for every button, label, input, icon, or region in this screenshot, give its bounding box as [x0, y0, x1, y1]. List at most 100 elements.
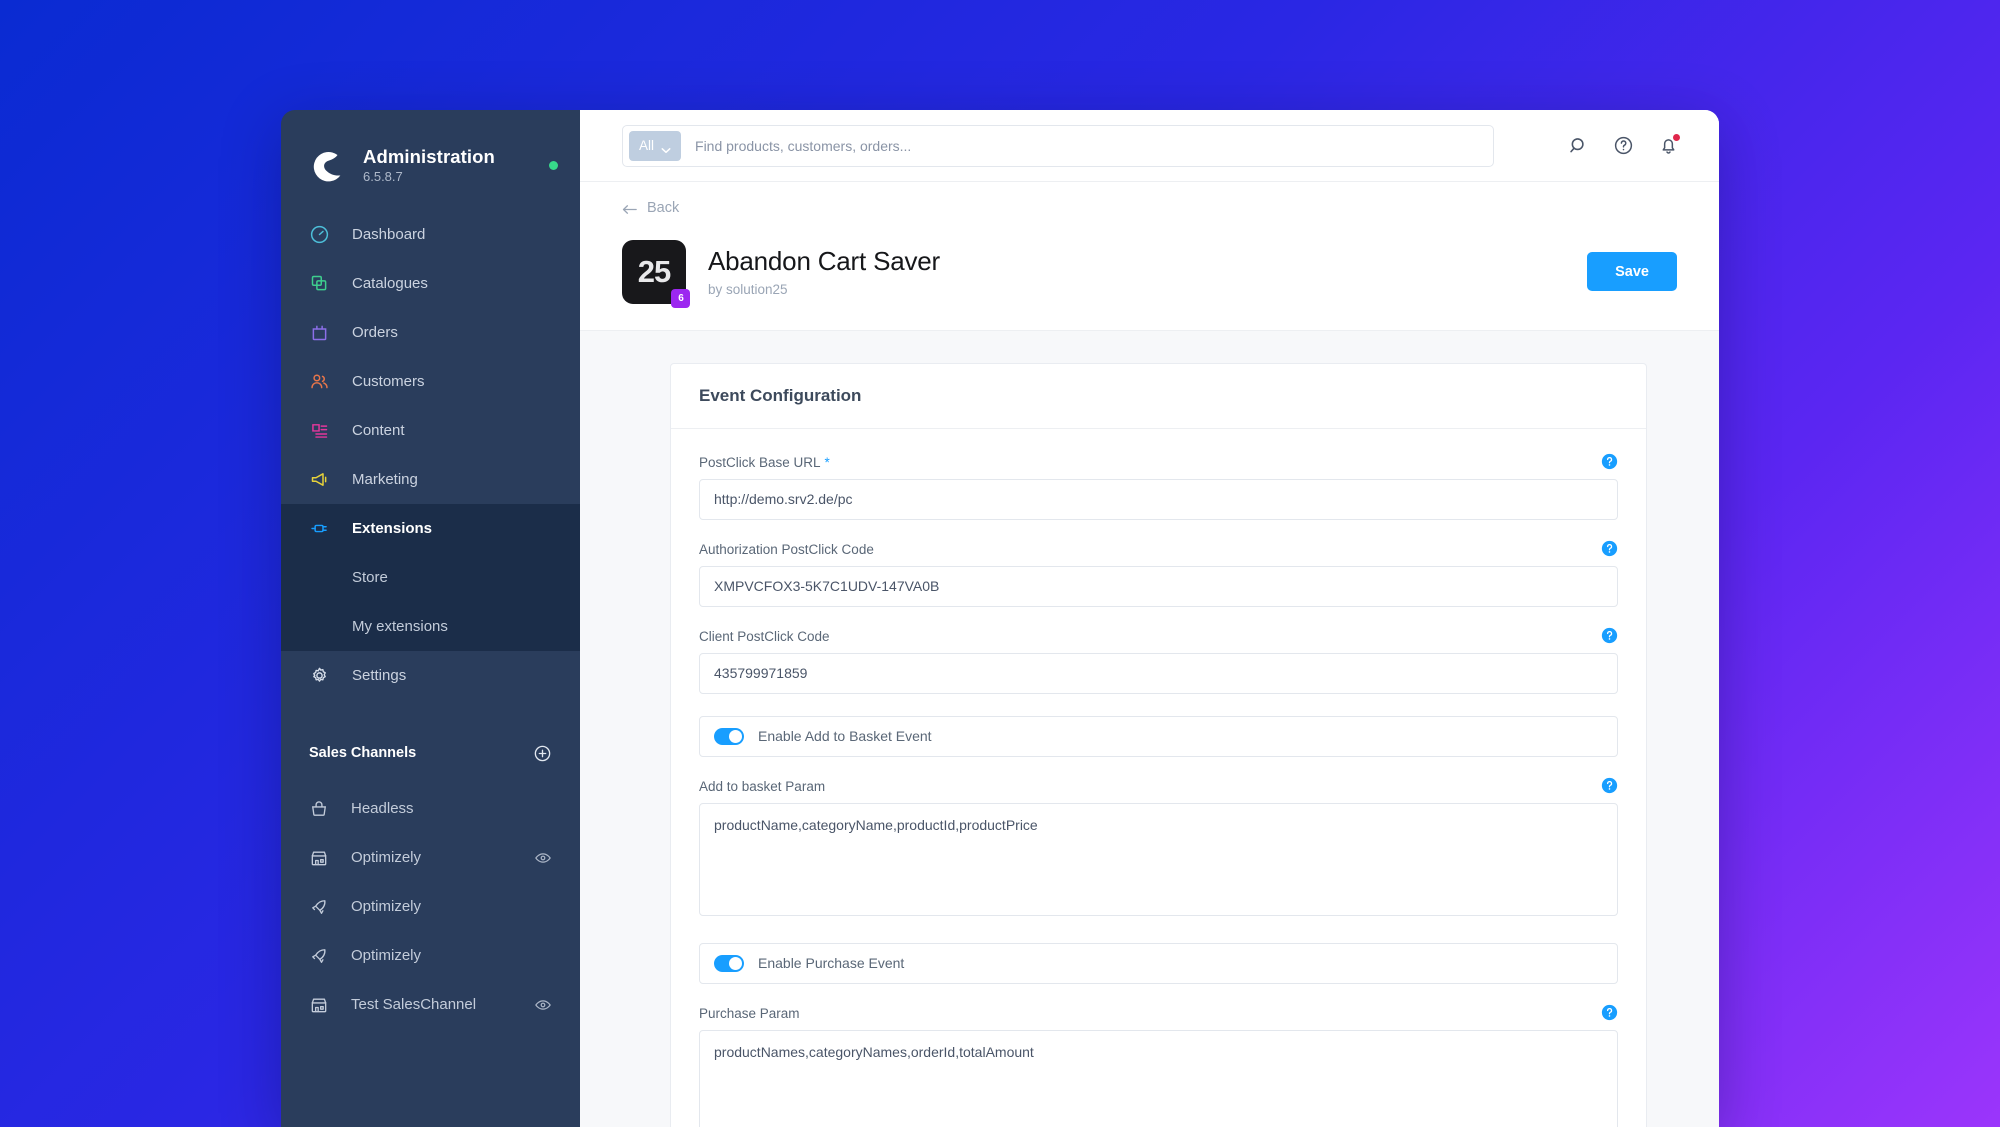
brand-title: Administration: [363, 145, 495, 167]
sales-channel-label: Optimizely: [351, 898, 422, 915]
field-label-text: Purchase Param: [699, 1005, 800, 1021]
sidebar-item-label: Marketing: [352, 471, 418, 488]
sidebar-item-marketing[interactable]: Marketing: [281, 455, 580, 504]
eye-icon[interactable]: [534, 849, 552, 867]
toggle-enable-add-to-basket-event[interactable]: Enable Add to Basket Event: [699, 715, 1618, 757]
field-label-text: Add to basket Param: [699, 778, 826, 794]
sales-channel-item[interactable]: Optimizely: [281, 931, 580, 980]
sales-channel-label: Optimizely: [351, 849, 422, 866]
field-label-text: Client PostClick Code: [699, 628, 830, 644]
bell-icon[interactable]: [1658, 133, 1681, 156]
catalogues-layers-icon: [309, 273, 330, 294]
back-button[interactable]: Back: [622, 200, 679, 216]
add-to-basket-param-textarea[interactable]: productName,categoryName,productId,produ…: [699, 802, 1618, 916]
sidebar-item-catalogues[interactable]: Catalogues: [281, 259, 580, 308]
sidebar-item-label: Customers: [352, 373, 425, 390]
plus-circle-icon[interactable]: [533, 744, 552, 763]
help-circle-icon[interactable]: [1601, 1004, 1618, 1021]
field-label: Authorization PostClick Code: [699, 542, 1618, 557]
help-circle-icon[interactable]: [1613, 135, 1634, 156]
sidebar-item-store[interactable]: Store: [281, 553, 580, 602]
sidebar-subitem-label: Store: [352, 569, 388, 586]
toggle-enable-purchase-event[interactable]: Enable Purchase Event: [699, 942, 1618, 984]
sidebar-item-dashboard[interactable]: Dashboard: [281, 210, 580, 259]
sales-channels-title: Sales Channels: [309, 745, 417, 761]
back-label: Back: [647, 200, 680, 216]
sales-channel-item[interactable]: Headless: [281, 784, 580, 833]
sidebar-item-label: Dashboard: [352, 226, 426, 243]
sales-channels-list: Headless Optimizely Optimizely Optimizel…: [281, 784, 580, 1029]
card-body: PostClick Base URL * http://demo.srv2.de…: [671, 427, 1646, 1127]
content-layout-icon: [309, 420, 330, 441]
extension-header-row: 25 6 Abandon Cart Saver by solution25 Sa…: [580, 220, 1719, 330]
sidebar-item-content[interactable]: Content: [281, 406, 580, 455]
admin-window: Administration 6.5.8.7 Dashboard Catalog…: [281, 110, 1719, 1127]
sidebar-item-customers[interactable]: Customers: [281, 357, 580, 406]
topbar: All: [580, 110, 1719, 182]
field-client-postclick-code: Client PostClick Code: [699, 627, 1618, 694]
shopware-logo-icon: [309, 146, 347, 184]
basket-icon: [309, 799, 329, 819]
sales-channels-header: Sales Channels: [281, 722, 580, 784]
save-button[interactable]: Save: [1587, 252, 1677, 291]
sidebar-brand[interactable]: Administration 6.5.8.7: [281, 110, 580, 194]
sidebar-item-label: Catalogues: [352, 275, 428, 292]
field-postclick-base-url: PostClick Base URL *: [699, 453, 1618, 520]
client-postclick-code-input[interactable]: [699, 652, 1618, 694]
sales-channel-label: Optimizely: [351, 947, 422, 964]
extension-logo: 25 6: [622, 239, 690, 308]
global-search[interactable]: All: [622, 124, 1494, 167]
arrow-left-icon: [622, 203, 637, 214]
settings-gear-icon: [309, 665, 330, 686]
sidebar-item-label: Settings: [352, 667, 407, 684]
dashboard-speedometer-icon: [309, 224, 330, 245]
purchase-param-textarea[interactable]: productNames,categoryNames,orderId,total…: [699, 1029, 1618, 1127]
marketing-megaphone-icon: [309, 469, 330, 490]
sidebar-item-label: Content: [352, 422, 405, 439]
sidebar-item-settings[interactable]: Settings: [281, 651, 580, 700]
search-icon[interactable]: [1568, 135, 1589, 156]
eye-icon[interactable]: [534, 996, 552, 1014]
page-header: Back 25 6 Abandon Cart Saver by solution…: [580, 182, 1719, 331]
sidebar-item-my-extensions[interactable]: My extensions: [281, 602, 580, 651]
sales-channel-item[interactable]: Optimizely: [281, 882, 580, 931]
rocket-icon: [309, 946, 329, 966]
authorization-postclick-code-input[interactable]: [699, 565, 1618, 607]
brand-version: 6.5.8.7: [363, 169, 403, 185]
toggle-switch[interactable]: [714, 727, 744, 745]
search-scope-dropdown[interactable]: All: [629, 130, 682, 161]
sidebar-nav: Dashboard Catalogues Orders Customers Co…: [281, 210, 580, 700]
help-circle-icon[interactable]: [1601, 540, 1618, 557]
help-circle-icon[interactable]: [1601, 627, 1618, 644]
toggle-switch[interactable]: [714, 954, 744, 972]
required-asterisk: *: [824, 454, 830, 470]
help-circle-icon[interactable]: [1601, 777, 1618, 794]
sales-channel-item[interactable]: Optimizely: [281, 833, 580, 882]
field-label-text: PostClick Base URL: [699, 454, 821, 470]
field-label: PostClick Base URL *: [699, 455, 1618, 470]
sales-channel-item[interactable]: Test SalesChannel: [281, 980, 580, 1029]
postclick-base-url-input[interactable]: [699, 478, 1618, 520]
help-circle-icon[interactable]: [1601, 453, 1618, 470]
sidebar-subitem-label: My extensions: [352, 618, 448, 635]
extension-meta: Abandon Cart Saver by solution25: [708, 246, 940, 297]
storefront-icon: [309, 995, 329, 1015]
sidebar-item-label: Orders: [352, 324, 398, 341]
field-label: Client PostClick Code: [699, 629, 1618, 644]
content-scroll-area[interactable]: Event Configuration PostClick Base URL *: [580, 331, 1719, 1127]
sidebar: Administration 6.5.8.7 Dashboard Catalog…: [281, 110, 580, 1127]
field-label: Purchase Param: [699, 1006, 1618, 1021]
field-label: Add to basket Param: [699, 779, 1618, 794]
toggle-label: Enable Add to Basket Event: [758, 728, 932, 744]
event-configuration-card: Event Configuration PostClick Base URL *: [670, 362, 1647, 1127]
sidebar-item-orders[interactable]: Orders: [281, 308, 580, 357]
topbar-actions: [1568, 133, 1719, 156]
extension-version-badge: 6: [671, 288, 690, 308]
search-input[interactable]: [695, 137, 1487, 154]
sales-channel-label: Headless: [351, 800, 414, 817]
sidebar-item-extensions[interactable]: Extensions: [281, 504, 580, 553]
field-authorization-postclick-code: Authorization PostClick Code: [699, 540, 1618, 607]
search-scope-label: All: [639, 138, 655, 153]
orders-bag-icon: [309, 322, 330, 343]
page-title: Abandon Cart Saver: [708, 246, 940, 276]
